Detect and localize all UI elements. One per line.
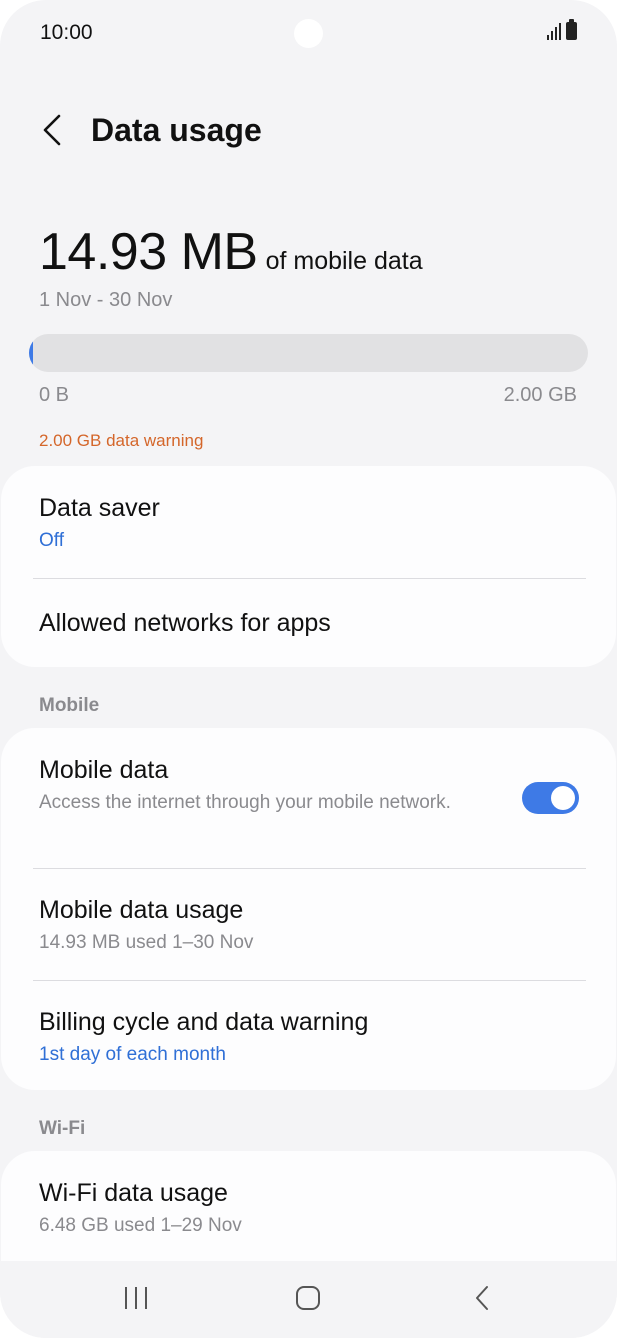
mobile-data-usage-subtitle: 14.93 MB used 1–30 Nov (39, 932, 254, 953)
usage-suffix: of mobile data (265, 247, 423, 275)
recent-apps-icon (125, 1287, 147, 1309)
wifi-data-usage-row[interactable]: Wi-Fi data usage 6.48 GB used 1–29 Nov (1, 1151, 616, 1261)
status-time: 10:00 (40, 21, 93, 44)
allowed-networks-row[interactable]: Allowed networks for apps (1, 579, 616, 667)
mobile-data-usage-row[interactable]: Mobile data usage 14.93 MB used 1–30 Nov (1, 869, 616, 981)
usage-progress-fill (29, 334, 34, 372)
home-button[interactable] (278, 1276, 338, 1320)
toggle-knob (551, 786, 575, 810)
navigation-bar (0, 1262, 617, 1338)
data-saver-row[interactable]: Data saver Off (1, 466, 616, 578)
usage-summary: 14.93 MB of mobile data (39, 222, 423, 282)
usage-amount: 14.93 MB (39, 223, 258, 281)
section-label-wifi: Wi-Fi (39, 1118, 86, 1139)
billing-cycle-row[interactable]: Billing cycle and data warning 1st day o… (1, 981, 616, 1090)
status-icons (547, 19, 577, 40)
billing-cycle-title: Billing cycle and data warning (39, 1008, 369, 1036)
data-warning-label: 2.00 GB data warning (39, 431, 204, 450)
section-label-mobile: Mobile (39, 695, 100, 716)
phone-screen: 10:00 Data usage 14.93 MB of mobile data… (0, 0, 617, 1338)
back-nav-icon (476, 1286, 488, 1310)
bar-min-label: 0 B (39, 384, 70, 406)
data-saver-title: Data saver (39, 494, 160, 522)
mobile-data-usage-title: Mobile data usage (39, 896, 244, 924)
back-button[interactable] (30, 106, 74, 154)
signal-icon (547, 22, 561, 40)
mobile-data-subtitle: Access the internet through your mobile … (39, 792, 451, 813)
chevron-left-icon (43, 114, 61, 146)
mobile-data-toggle[interactable] (522, 782, 579, 814)
allowed-networks-title: Allowed networks for apps (39, 609, 331, 637)
usage-date-range: 1 Nov - 30 Nov (39, 289, 173, 311)
recent-apps-button[interactable] (106, 1276, 166, 1320)
page-title: Data usage (91, 112, 262, 148)
bar-max-label: 2.00 GB (503, 384, 577, 406)
home-icon (296, 1286, 320, 1310)
mobile-data-title: Mobile data (39, 756, 169, 784)
battery-icon (566, 19, 577, 40)
usage-progress-bar (29, 334, 588, 372)
wifi-card: Wi-Fi data usage 6.48 GB used 1–29 Nov (1, 1151, 616, 1261)
data-settings-card: Data saver Off Allowed networks for apps (1, 466, 616, 667)
back-nav-button[interactable] (452, 1276, 512, 1320)
wifi-data-usage-subtitle: 6.48 GB used 1–29 Nov (39, 1215, 242, 1236)
front-camera (294, 19, 323, 48)
data-saver-value: Off (39, 530, 64, 551)
wifi-data-usage-title: Wi-Fi data usage (39, 1179, 228, 1207)
mobile-card: Mobile data Access the internet through … (1, 728, 616, 1090)
billing-cycle-value: 1st day of each month (39, 1044, 226, 1065)
